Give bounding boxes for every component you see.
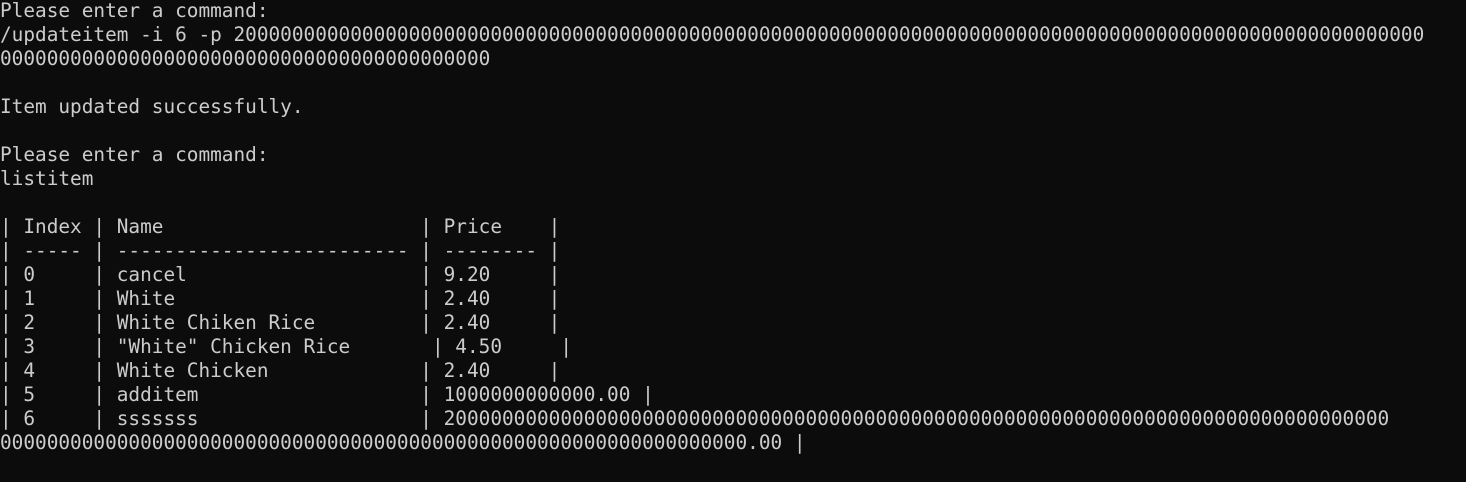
table-separator: | ----- | ------------------------- | --… [0,239,561,262]
command-input-line: listitem [0,167,94,190]
table-row-continuation: 0000000000000000000000000000000000000000… [0,431,806,454]
command-input-continuation: 0000000000000000000000000000000000000000… [0,47,491,70]
table-row: | 2 | White Chiken Rice | 2.40 | [0,311,561,334]
table-row: | 5 | additem | 1000000000000.00 | [0,383,654,406]
prompt-line: Please enter a command: [0,143,269,166]
table-row: | 4 | White Chicken | 2.40 | [0,359,561,382]
command-input-line: /updateitem -i 6 -p 20000000000000000000… [0,23,1425,46]
table-row: | 6 | sssssss | 200000000000000000000000… [0,407,1390,430]
table-header: | Index | Name | Price | [0,215,561,238]
status-message: Item updated successfully. [0,95,304,118]
table-row: | 0 | cancel | 9.20 | [0,263,561,286]
table-row: | 3 | "White" Chicken Rice | 4.50 | [0,335,573,358]
table-row: | 1 | White | 2.40 | [0,287,561,310]
terminal-window[interactable]: Please enter a command: /updateitem -i 6… [0,0,1466,482]
prompt-line: Please enter a command: [0,0,269,22]
